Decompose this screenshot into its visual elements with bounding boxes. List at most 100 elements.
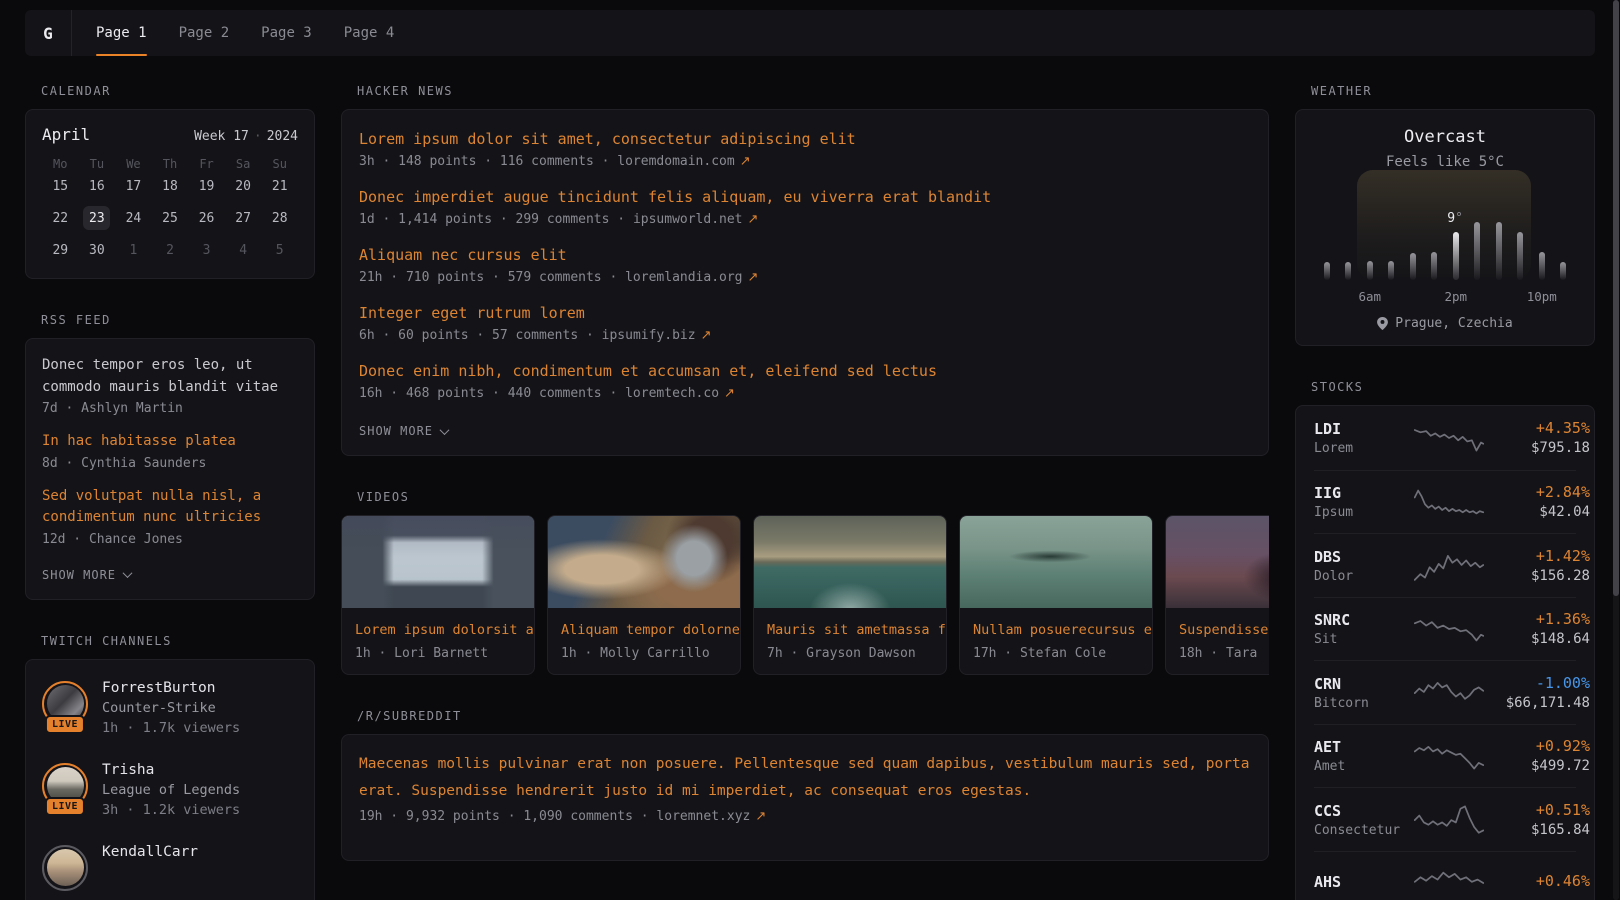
subreddit-post-title[interactable]: Maecenas mollis pulvinar erat non posuer… bbox=[359, 751, 1251, 805]
hackernews-item-domain[interactable]: loremtech.co bbox=[625, 386, 719, 401]
weather-location: Prague, Czechia bbox=[1316, 316, 1574, 331]
calendar-day: 25 bbox=[156, 206, 183, 230]
video-card[interactable]: Nullam posuerecursus ex17h · Stefan Cole bbox=[959, 515, 1153, 675]
external-link-icon: ↗ bbox=[748, 212, 759, 227]
twitch-channel-info: TrishaLeague of Legends3h · 1.2k viewers bbox=[102, 762, 240, 818]
hackernews-item-title[interactable]: Donec imperdiet augue tincidunt felis al… bbox=[359, 188, 991, 206]
video-title-line[interactable]: massa felis bbox=[889, 622, 947, 638]
stock-price: $66,171.48 bbox=[1484, 695, 1590, 711]
tab-page-2[interactable]: Page 2 bbox=[179, 10, 230, 56]
calendar-day: 17 bbox=[120, 174, 147, 198]
tab-bar: Page 1 Page 2 Page 3 Page 4 bbox=[96, 10, 394, 56]
stock-values: +1.36%$148.64 bbox=[1484, 610, 1590, 647]
video-title-line[interactable]: diam bbox=[1268, 622, 1269, 638]
twitch-channel-row[interactable]: LIVEForrestBurtonCounter-Strike1h · 1.7k… bbox=[42, 667, 298, 749]
video-thumbnail bbox=[548, 516, 740, 608]
page-scrollbar[interactable] bbox=[1613, 0, 1619, 900]
stock-symbol[interactable]: LDI bbox=[1314, 420, 1341, 438]
twitch-channel-row[interactable]: KendallCarr bbox=[42, 831, 298, 900]
video-card[interactable]: Aliquam tempor dolornec pharetra…1h · Mo… bbox=[547, 515, 741, 675]
hackernews-widget: HACKER NEWS Lorem ipsum dolor sit amet, … bbox=[341, 84, 1269, 456]
stock-name: Sit bbox=[1314, 632, 1414, 647]
rss-item: In hac habitasse platea8d · Cynthia Saun… bbox=[42, 431, 298, 471]
tab-page-4[interactable]: Page 4 bbox=[344, 10, 395, 56]
stock-symbol[interactable]: DBS bbox=[1314, 548, 1341, 566]
rss-item-title[interactable]: In hac habitasse platea bbox=[42, 431, 298, 453]
video-card[interactable]: Mauris sit ametmassa felis7h · Grayson D… bbox=[753, 515, 947, 675]
stock-symbol[interactable]: AET bbox=[1314, 738, 1341, 756]
calendar-day: 19 bbox=[193, 174, 220, 198]
rss-item-title[interactable]: Sed volutpat nulla nisl, a condimentum n… bbox=[42, 486, 298, 529]
video-title-line[interactable]: Lorem ipsum dolor bbox=[355, 622, 493, 638]
weather-bar bbox=[1431, 252, 1437, 280]
tab-page-1[interactable]: Page 1 bbox=[96, 10, 147, 56]
video-card[interactable]: Suspendissediam18h · Tara bbox=[1165, 515, 1269, 675]
video-meta: 1h · Lori Barnett bbox=[355, 646, 521, 661]
chevron-down-icon bbox=[440, 425, 450, 435]
hackernews-item-domain[interactable]: loremdomain.com bbox=[617, 154, 734, 169]
weather-time-label: 6am bbox=[1358, 289, 1381, 304]
stock-info: LDILorem bbox=[1314, 419, 1414, 456]
weekday-label: Fr bbox=[199, 157, 213, 171]
hackernews-item-title[interactable]: Lorem ipsum dolor sit amet, consectetur … bbox=[359, 130, 856, 148]
weather-time-labels: 6am2pm10pm bbox=[1316, 289, 1574, 305]
avatar: LIVE bbox=[42, 763, 88, 809]
hackernews-item: Lorem ipsum dolor sit amet, consectetur … bbox=[359, 128, 1251, 169]
video-card-body: Lorem ipsum dolorsit amet consectetu… 1h … bbox=[342, 608, 534, 674]
stock-sparkline bbox=[1414, 740, 1484, 772]
hackernews-item-title[interactable]: Integer eget rutrum lorem bbox=[359, 304, 585, 322]
separator-dot: · bbox=[254, 129, 262, 144]
video-title-line[interactable]: nec pharetra… bbox=[724, 622, 741, 638]
calendar-day-selected: 23 bbox=[83, 206, 110, 230]
hackernews-item-domain[interactable]: ipsumworld.net bbox=[633, 212, 743, 227]
hackernews-item-title[interactable]: Donec enim nibh, condimentum et accumsan… bbox=[359, 362, 937, 380]
hackernews-item: Donec enim nibh, condimentum et accumsan… bbox=[359, 360, 1251, 401]
hackernews-item-domain[interactable]: ipsumify.biz bbox=[602, 328, 696, 343]
stock-values: +0.51%$165.84 bbox=[1484, 801, 1590, 838]
weekday-label: Sa bbox=[236, 157, 250, 171]
hackernews-item-title[interactable]: Aliquam nec cursus elit bbox=[359, 246, 567, 264]
weather-bar bbox=[1367, 261, 1373, 280]
stock-name: Ipsum bbox=[1314, 505, 1414, 520]
scrollbar-thumb[interactable] bbox=[1613, 0, 1619, 596]
stock-symbol[interactable]: AHS bbox=[1314, 873, 1341, 891]
stock-symbol[interactable]: CRN bbox=[1314, 675, 1341, 693]
weekday-label: We bbox=[126, 157, 140, 171]
calendar-week-label: Week 17 bbox=[194, 129, 249, 144]
stock-symbol[interactable]: SNRC bbox=[1314, 611, 1350, 629]
video-title-line[interactable]: Aliquam tempor dolor bbox=[561, 622, 724, 638]
video-title-line[interactable]: Suspendisse bbox=[1179, 622, 1268, 638]
calendar-day: 28 bbox=[266, 206, 293, 230]
stock-row: AETAmet+0.92%$499.72 bbox=[1314, 724, 1576, 788]
rss-show-more-button[interactable]: SHOW MORE bbox=[42, 568, 131, 582]
twitch-channel-row[interactable]: LIVE TrishaLeague of Legends3h · 1.2k vie… bbox=[42, 749, 298, 831]
hackernews-show-more-button[interactable]: SHOW MORE bbox=[359, 424, 448, 438]
videos-widget: VIDEOS Lorem ipsum dolorsit amet consect… bbox=[341, 490, 1269, 675]
calendar-heading: CALENDAR bbox=[41, 84, 315, 98]
twitch-channel-game: League of Legends bbox=[102, 782, 240, 798]
weekday-label: Su bbox=[272, 157, 286, 171]
rss-item-title[interactable]: Donec tempor eros leo, ut commodo mauris… bbox=[42, 355, 298, 398]
weather-bar bbox=[1474, 222, 1480, 280]
hackernews-item-domain[interactable]: loremlandia.org bbox=[625, 270, 742, 285]
twitch-channel-name: ForrestBurton bbox=[102, 680, 240, 696]
video-title-line[interactable]: Mauris sit amet bbox=[767, 622, 889, 638]
calendar-day: 22 bbox=[47, 206, 74, 230]
calendar-day: 29 bbox=[47, 238, 74, 262]
app-logo[interactable]: G bbox=[25, 10, 72, 56]
stock-symbol[interactable]: IIG bbox=[1314, 484, 1341, 502]
tab-page-3[interactable]: Page 3 bbox=[261, 10, 312, 56]
video-title-line[interactable]: cursus ex bbox=[1087, 622, 1153, 638]
stock-info: AETAmet bbox=[1314, 737, 1414, 774]
weather-condition: Overcast bbox=[1316, 127, 1574, 147]
video-card[interactable]: Lorem ipsum dolorsit amet consectetu… 1h … bbox=[341, 515, 535, 675]
video-title-line[interactable]: sit amet consectetu… bbox=[493, 622, 535, 638]
calendar-card: April Week 17·2024 MoTuWeThFrSaSu 151617… bbox=[25, 109, 315, 279]
hackernews-item-meta: 21h · 710 points · 579 comments · loreml… bbox=[359, 270, 1251, 285]
stock-price: $42.04 bbox=[1484, 504, 1590, 520]
weather-bar bbox=[1539, 252, 1545, 280]
stock-symbol[interactable]: CCS bbox=[1314, 802, 1341, 820]
video-title-line[interactable]: Nullam posuere bbox=[973, 622, 1087, 638]
subreddit-post-domain[interactable]: loremnet.xyz bbox=[656, 809, 750, 824]
dashboard-columns: CALENDAR April Week 17·2024 MoTuWeThFrSa… bbox=[0, 84, 1620, 900]
